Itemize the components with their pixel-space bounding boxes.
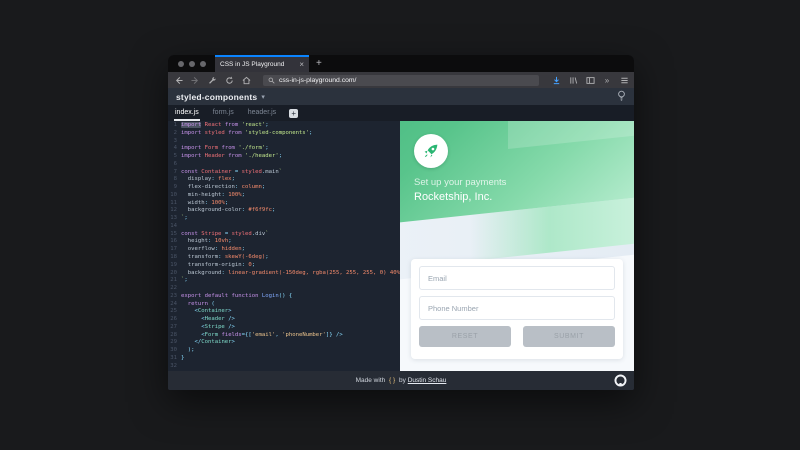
code-line: 31}	[170, 354, 185, 361]
code-line: 16 height: 10vh;	[170, 238, 232, 245]
email-input[interactable]	[419, 266, 615, 290]
browser-window: CSS in JS Playground × + css-in-js-playg…	[168, 55, 634, 390]
sidebar-icon[interactable]	[584, 74, 596, 86]
code-line: 17 overflow: hidden;	[170, 246, 246, 253]
browser-tab-bar: CSS in JS Playground × +	[168, 55, 634, 72]
code-line: 32	[170, 362, 177, 369]
download-icon[interactable]	[550, 74, 562, 86]
code-line: 9 flex-direction: column;	[173, 184, 266, 191]
code-editor[interactable]: 1 import React from 'react'; 2 import style…	[168, 121, 400, 371]
author-link[interactable]: Dustin Schau	[408, 377, 447, 384]
window-controls	[168, 55, 215, 72]
file-tab-index.js[interactable]: index.js	[174, 106, 200, 121]
code-line: 10 min-height: 100%;	[170, 191, 246, 198]
browser-tab[interactable]: CSS in JS Playground ×	[215, 55, 309, 72]
back-icon[interactable]	[172, 74, 184, 86]
browser-toolbar: css-in-js-playground.com/ »	[168, 72, 634, 88]
code-line: 13 `;	[170, 215, 188, 222]
code-line: 21 `;	[170, 277, 188, 284]
code-line: 28 <Form fields={['email', 'phoneNumber'…	[170, 331, 343, 338]
file-tab-form.js[interactable]: form.js	[212, 106, 235, 121]
tab-title: CSS in JS Playground	[220, 61, 285, 68]
phone-number-input[interactable]	[419, 296, 615, 320]
reload-icon[interactable]	[223, 74, 235, 86]
chevron-down-icon[interactable]: ▾	[261, 93, 265, 101]
rocket-icon	[424, 144, 438, 158]
wrench-icon[interactable]	[206, 74, 218, 86]
form-buttons: RESET SUBMIT	[419, 326, 615, 347]
close-tab-icon[interactable]: ×	[299, 60, 304, 69]
zoom-window-button[interactable]	[200, 60, 206, 67]
code-line: 1 import React from 'react';	[173, 122, 269, 128]
playground-header: styled-components ▾	[168, 88, 634, 105]
code-line: 8 display: flex;	[173, 176, 235, 183]
submit-button[interactable]: SUBMIT	[523, 326, 615, 347]
forward-icon[interactable]	[189, 74, 201, 86]
code-line: 12 background-color: #f6f9fc;	[170, 207, 276, 214]
reset-button[interactable]: RESET	[419, 326, 511, 347]
url-text: css-in-js-playground.com/	[279, 76, 357, 84]
theme-lightbulb-icon[interactable]	[617, 88, 626, 106]
code-line: 14	[170, 222, 177, 229]
code-line: 11 width: 100%;	[170, 199, 229, 206]
minimize-window-button[interactable]	[189, 60, 195, 67]
footer-prefix: Made with	[355, 377, 386, 384]
code-line: 19 transform-origin: 0;	[170, 261, 256, 268]
preview-pane: Set up your payments Rocketship, Inc. RE…	[400, 121, 634, 371]
footer-by: by	[399, 377, 406, 384]
code-line: 27 <Stripe />	[170, 323, 235, 330]
code-line: 20 background: linear-gradient(-150deg, …	[170, 269, 400, 276]
code-line: 26 <Header />	[170, 316, 235, 323]
file-tab-bar: index.js form.js header.js +	[168, 105, 634, 121]
library-selector[interactable]: styled-components	[176, 92, 257, 102]
code-line: 5 import Header from './header';	[173, 153, 283, 160]
code-line: 3	[173, 137, 177, 144]
new-tab-button[interactable]: +	[309, 55, 329, 72]
code-line: 15 const Stripe = styled.div`	[170, 230, 269, 237]
hamburger-menu-icon[interactable]	[618, 74, 630, 86]
logo-badge	[414, 134, 448, 168]
code-line: 22	[170, 285, 177, 292]
search-icon	[268, 77, 275, 84]
payment-form-card: RESET SUBMIT	[411, 259, 623, 359]
code-line: 23 export default function Login() {	[170, 292, 293, 299]
code-line: 2 import styled from 'styled-components';	[173, 129, 313, 136]
code-line: 6	[173, 160, 177, 167]
url-bar[interactable]: css-in-js-playground.com/	[263, 74, 539, 86]
code-line: 29 </Container>	[170, 339, 235, 346]
hero-title: Rocketship, Inc.	[414, 191, 493, 203]
hero-content: Set up your payments Rocketship, Inc.	[414, 134, 506, 203]
playground-footer: Made with { } by Dustin Schau	[168, 371, 634, 390]
file-tab-header.js[interactable]: header.js	[247, 106, 277, 121]
form-fields	[419, 266, 615, 320]
github-icon[interactable]	[614, 374, 627, 390]
code-line: 30 );	[170, 347, 195, 354]
overflow-menu-icon[interactable]: »	[601, 74, 613, 86]
footer-text: Made with { } by Dustin Schau	[356, 377, 447, 384]
library-icon[interactable]	[567, 74, 579, 86]
code-line: 25 <Container>	[170, 308, 232, 315]
add-file-button[interactable]: +	[289, 109, 299, 118]
close-window-button[interactable]	[178, 60, 184, 67]
code-braces-icon: { }	[389, 377, 396, 384]
hero-subtitle: Set up your payments	[414, 177, 507, 188]
code-line: 4 import Form from './form';	[173, 145, 269, 152]
home-icon[interactable]	[240, 74, 252, 86]
code-line: 7 const Container = styled.main`	[173, 168, 283, 175]
code-line: 24 return (	[170, 300, 215, 307]
code-line: 18 transform: skewY(-6deg);	[170, 254, 269, 261]
